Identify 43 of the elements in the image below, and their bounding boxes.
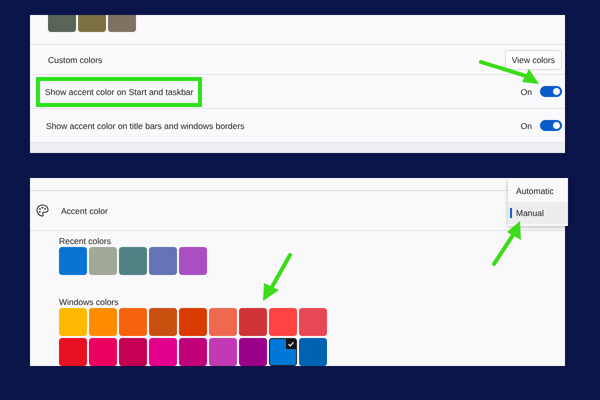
color-swatch[interactable] xyxy=(149,308,177,336)
color-swatch[interactable] xyxy=(269,338,297,366)
color-swatch[interactable] xyxy=(119,338,147,366)
color-swatch[interactable] xyxy=(89,308,117,336)
color-swatch[interactable] xyxy=(299,308,327,336)
section-title: Accent color xyxy=(61,206,108,216)
color-swatch[interactable] xyxy=(239,338,267,366)
menu-item[interactable]: Manual xyxy=(508,202,568,224)
color-swatch[interactable] xyxy=(179,338,207,366)
color-swatch[interactable] xyxy=(269,308,297,336)
color-swatch[interactable] xyxy=(89,247,117,275)
color-swatch[interactable] xyxy=(59,338,87,366)
view-colors-button[interactable]: View colors xyxy=(504,50,562,70)
toggle-switch[interactable] xyxy=(540,86,562,97)
palette-icon xyxy=(36,204,49,217)
color-swatch[interactable] xyxy=(209,308,237,336)
color-swatch[interactable] xyxy=(149,247,177,275)
color-swatch[interactable] xyxy=(119,308,147,336)
check-icon xyxy=(286,339,296,349)
group-label: Windows colors xyxy=(59,297,120,307)
color-swatch[interactable] xyxy=(89,338,117,366)
pointer-arrow xyxy=(263,253,292,301)
color-swatch[interactable] xyxy=(179,247,207,275)
toggle-switch[interactable] xyxy=(540,120,562,131)
menu-item[interactable]: Automatic xyxy=(508,180,568,202)
color-swatch[interactable] xyxy=(59,247,87,275)
setting-label: Show accent color on title bars and windows borders xyxy=(45,120,246,132)
toggle-state: On xyxy=(520,120,532,130)
color-swatch[interactable] xyxy=(299,338,327,366)
color-swatch[interactable] xyxy=(59,308,87,336)
color-swatch[interactable] xyxy=(119,247,147,275)
color-swatch[interactable] xyxy=(78,15,106,32)
color-swatch[interactable] xyxy=(179,308,207,336)
setting-label: Custom colors xyxy=(48,54,102,64)
color-swatch[interactable] xyxy=(108,15,136,32)
color-swatch[interactable] xyxy=(48,15,76,32)
pointer-arrow xyxy=(492,221,521,266)
color-swatch[interactable] xyxy=(149,338,177,366)
setting-label: Show accent color on Start and taskbar xyxy=(36,76,202,106)
color-swatch[interactable] xyxy=(209,338,237,366)
toggle-state: On xyxy=(520,86,532,96)
color-swatch[interactable] xyxy=(239,308,267,336)
group-label: Recent colors xyxy=(59,236,112,246)
